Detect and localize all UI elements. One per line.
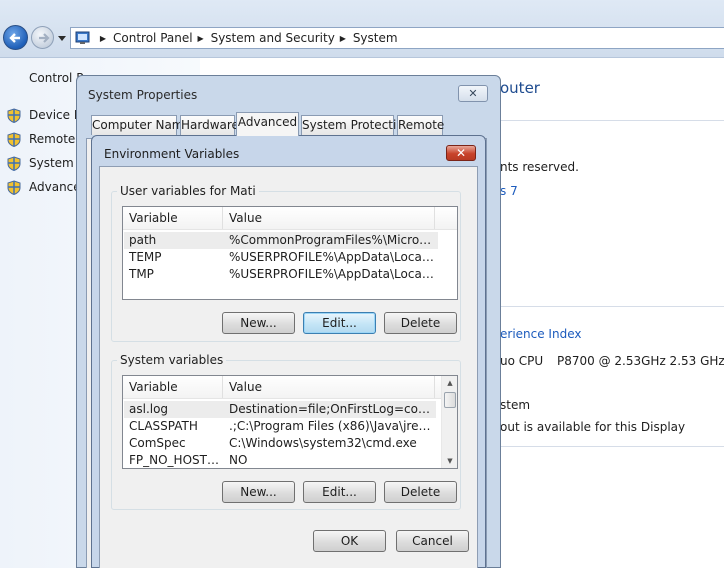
table-row[interactable]: TEMP %USERPROFILE%\AppData\Local\Temp — [124, 249, 438, 266]
system-new-button[interactable]: New... — [222, 481, 295, 503]
value-cell: Destination=file;OnFirstLog=command,... — [229, 402, 436, 416]
pen-touch-value: out is available for this Display — [500, 420, 686, 434]
table-row[interactable]: CLASSPATH .;C:\Program Files (x86)\Java\… — [124, 418, 436, 435]
column-header-variable[interactable]: Variable — [123, 376, 223, 398]
uac-shield-icon — [7, 155, 21, 171]
ok-button[interactable]: OK — [313, 530, 386, 552]
tab-system-protection[interactable]: System Protection — [301, 115, 411, 135]
variable-cell: TMP — [129, 267, 154, 281]
uac-shield-icon — [7, 179, 21, 195]
value-cell: .;C:\Program Files (x86)\Java\jre6\lib\e… — [229, 419, 436, 433]
value-cell: NO — [229, 453, 248, 467]
divider — [500, 120, 724, 121]
task-advanced-system-settings[interactable]: Advance — [7, 179, 81, 195]
environment-variables-dialog: Environment Variables ✕ User variables f… — [91, 135, 486, 568]
breadcrumb-system-and-security[interactable]: System and Security — [211, 31, 335, 45]
table-row[interactable]: path %CommonProgramFiles%\Microsoft Sh..… — [124, 232, 438, 249]
system-variables-list[interactable]: Variable Value asl.log Destination=file;… — [122, 375, 458, 469]
close-icon: ✕ — [455, 146, 467, 160]
variable-cell: CLASSPATH — [129, 419, 198, 433]
experience-index-link[interactable]: erience Index — [500, 327, 581, 341]
breadcrumb-separator[interactable]: ▶ — [339, 34, 347, 43]
user-delete-button[interactable]: Delete — [384, 312, 457, 334]
scroll-thumb[interactable] — [444, 392, 456, 408]
recent-pages-dropdown-icon[interactable] — [57, 33, 67, 43]
uac-shield-icon — [7, 107, 21, 123]
task-remote-settings[interactable]: Remote s — [7, 131, 85, 147]
uac-shield-icon — [7, 131, 21, 147]
table-row[interactable]: asl.log Destination=file;OnFirstLog=comm… — [124, 401, 436, 418]
tab-hardware[interactable]: Hardware — [180, 115, 239, 135]
task-device-manager[interactable]: Device M — [7, 107, 84, 123]
variable-cell: ComSpec — [129, 436, 186, 450]
forward-arrow-icon — [39, 33, 50, 43]
cancel-button[interactable]: Cancel — [396, 530, 469, 552]
breadcrumb-separator[interactable]: ▶ — [99, 34, 107, 43]
user-variables-list[interactable]: Variable Value path %CommonProgramFiles%… — [122, 206, 458, 300]
list-header: Variable Value — [123, 207, 457, 230]
close-icon: ✕ — [468, 87, 478, 100]
windows-edition-link[interactable]: s 7 — [500, 184, 518, 198]
variable-cell: FP_NO_HOST_C... — [129, 453, 224, 467]
back-button[interactable] — [3, 25, 28, 50]
variable-cell: asl.log — [129, 402, 169, 416]
system-edit-button[interactable]: Edit... — [303, 481, 376, 503]
back-arrow-icon — [9, 33, 20, 43]
value-cell: %USERPROFILE%\AppData\Local\Temp — [229, 267, 436, 281]
system-delete-button[interactable]: Delete — [384, 481, 457, 503]
dialog-title: System Properties — [88, 88, 198, 102]
scroll-up-icon[interactable]: ▲ — [442, 376, 457, 390]
task-system-protection[interactable]: System p — [7, 155, 85, 171]
value-cell: C:\Windows\system32\cmd.exe — [229, 436, 417, 450]
value-cell: %USERPROFILE%\AppData\Local\Temp — [229, 250, 436, 264]
system-variables-label: System variables — [117, 353, 227, 367]
explorer-toolbar: ▶ Control Panel ▶ System and Security ▶ … — [0, 0, 724, 58]
vertical-scrollbar[interactable]: ▲ ▼ — [441, 376, 457, 468]
processor-value: P8700 @ 2.53GHz 2.53 GHz — [557, 354, 724, 368]
system-type-value: stem — [500, 398, 531, 412]
page-heading: outer — [500, 79, 540, 97]
table-row[interactable]: TMP %USERPROFILE%\AppData\Local\Temp — [124, 266, 438, 283]
column-header-value[interactable]: Value — [223, 376, 435, 398]
table-row[interactable]: ComSpec C:\Windows\system32\cmd.exe — [124, 435, 436, 452]
variable-cell: TEMP — [129, 250, 162, 264]
close-button[interactable]: ✕ — [446, 145, 476, 161]
user-variables-label: User variables for Mati — [117, 184, 259, 198]
tab-remote[interactable]: Remote — [397, 115, 444, 135]
tab-computer-name[interactable]: Computer Name — [91, 115, 191, 135]
control-panel-icon — [75, 31, 90, 44]
tab-advanced[interactable]: Advanced — [236, 112, 299, 136]
copyright-text: nts reserved. — [500, 160, 579, 174]
variable-cell: path — [129, 233, 157, 247]
task-label: Advance — [29, 180, 81, 194]
divider — [500, 306, 724, 307]
divider — [500, 446, 724, 447]
breadcrumb-system[interactable]: System — [353, 31, 398, 45]
table-row[interactable]: FP_NO_HOST_C... NO — [124, 452, 436, 468]
close-button[interactable]: ✕ — [458, 85, 488, 102]
column-header-value[interactable]: Value — [223, 207, 435, 229]
breadcrumb-separator[interactable]: ▶ — [197, 34, 205, 43]
processor-label: uo CPU — [500, 354, 544, 368]
column-header-variable[interactable]: Variable — [123, 207, 223, 229]
address-bar[interactable]: ▶ Control Panel ▶ System and Security ▶ … — [70, 27, 724, 49]
dialog-body: User variables for Mati Variable Value p… — [99, 166, 478, 568]
scroll-down-icon[interactable]: ▼ — [442, 454, 457, 468]
list-header: Variable Value — [123, 376, 441, 399]
value-cell: %CommonProgramFiles%\Microsoft Sh... — [229, 233, 436, 247]
breadcrumb-control-panel[interactable]: Control Panel — [113, 31, 193, 45]
user-edit-button[interactable]: Edit... — [303, 312, 376, 334]
forward-button[interactable] — [31, 26, 54, 49]
dialog-title: Environment Variables — [104, 147, 240, 161]
user-new-button[interactable]: New... — [222, 312, 295, 334]
